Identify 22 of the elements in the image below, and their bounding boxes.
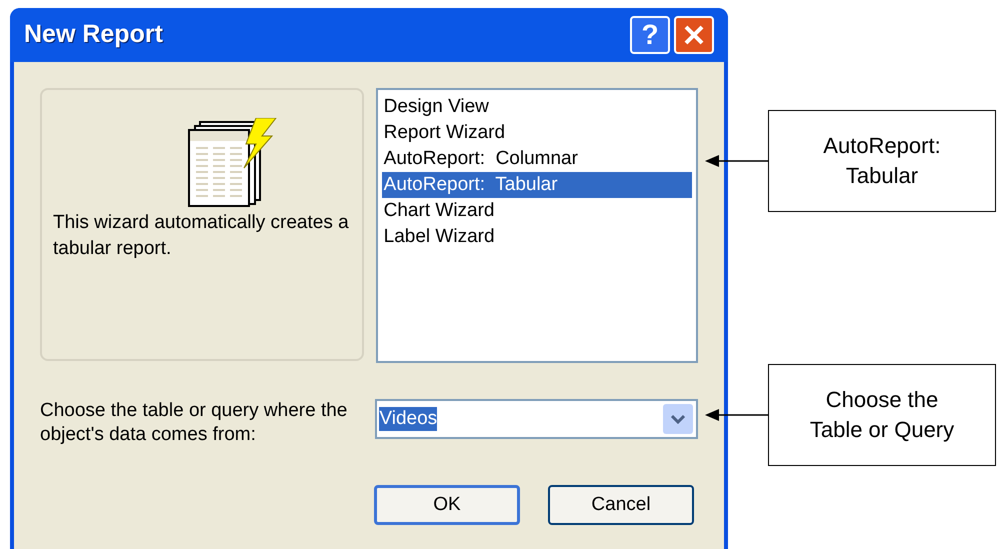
dropdown-arrow-button[interactable] bbox=[663, 404, 693, 434]
list-item[interactable]: AutoReport: Tabular bbox=[382, 172, 692, 198]
dropdown-value: Videos bbox=[379, 407, 438, 431]
report-wizard-icon bbox=[186, 118, 278, 208]
dialog-button[interactable]: Cancel bbox=[548, 485, 694, 525]
source-label: Choose the table or query where the object's data comes from: bbox=[40, 399, 348, 447]
help-button[interactable]: ? bbox=[630, 16, 670, 54]
description-text: This wizard automatically creates a tabular report. bbox=[53, 211, 350, 261]
list-item[interactable]: Label Wizard bbox=[382, 224, 692, 250]
chevron-down-icon bbox=[671, 414, 685, 424]
callout-text: Choose the Table or Query bbox=[810, 386, 954, 444]
callout-text: AutoReport: Tabular bbox=[823, 132, 941, 190]
report-type-list[interactable]: Design View Report Wizard AutoReport: Columnar AutoReport: Tabular Chart Wizard Label Wizard bbox=[376, 88, 698, 363]
list-item[interactable]: Report Wizard bbox=[382, 120, 692, 146]
source-dropdown[interactable]: Videos bbox=[375, 399, 698, 439]
list-item[interactable]: AutoReport: Columnar bbox=[382, 146, 692, 172]
dialog-button[interactable]: OK bbox=[374, 485, 520, 525]
list-item[interactable]: Design View bbox=[382, 94, 692, 120]
list-item[interactable]: Chart Wizard bbox=[382, 198, 692, 224]
close-button[interactable] bbox=[674, 16, 714, 54]
window-title: New Report bbox=[24, 19, 164, 50]
close-icon bbox=[683, 24, 705, 46]
